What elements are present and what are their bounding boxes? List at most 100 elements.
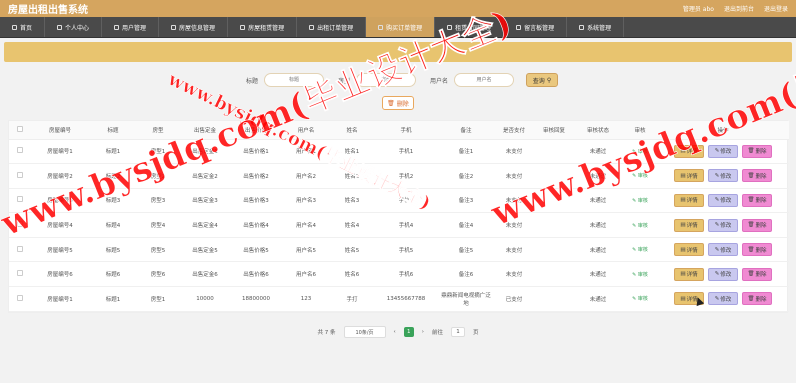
row-select-cell: [9, 188, 31, 214]
page-number-current[interactable]: 1: [403, 327, 414, 337]
view-button[interactable]: ▤ 详情: [674, 218, 704, 232]
audit-link[interactable]: ✎ 审核: [632, 198, 648, 204]
back-to-front-link[interactable]: 退出到前台: [724, 4, 754, 13]
table-cell: 手机6: [373, 261, 439, 288]
nav-item-6[interactable]: 购买订单管理: [366, 17, 436, 37]
delete-button[interactable]: 🗑 删除: [742, 193, 772, 207]
table-cell: 姓名4: [331, 212, 373, 238]
edit-pen-icon: ✎: [632, 247, 637, 254]
edit-label: 修改: [720, 149, 732, 156]
header-links: 管理员 abo 退出到前台 退出登录: [683, 4, 788, 13]
table-cell: 用户名3: [281, 188, 331, 214]
delete-button[interactable]: 🗑 删除: [742, 144, 772, 158]
nav-item-1[interactable]: 个人中心: [45, 17, 103, 37]
row-checkbox[interactable]: [17, 294, 23, 301]
table-cell: 出售定金5: [179, 237, 231, 263]
view-button[interactable]: ▤ 详情: [674, 193, 704, 207]
table-cell: 备注3: [439, 188, 493, 214]
edit-button[interactable]: ✎ 修改: [708, 169, 738, 183]
edit-label: 修改: [720, 272, 732, 279]
table-cell: 房型4: [137, 212, 179, 238]
delete-button[interactable]: 🗑 删除: [742, 169, 772, 183]
table-cell: 未通过: [573, 212, 623, 238]
search-bar: 标题 房型 用户名 查询 ⚲: [0, 73, 796, 87]
audit-link[interactable]: ✎ 审核: [632, 149, 648, 155]
trash-icon: 🗑: [747, 197, 755, 204]
nav-item-4[interactable]: 房屋租赁管理: [228, 17, 298, 37]
total-count: 共 7 条: [317, 330, 336, 336]
audit-link[interactable]: ✎ 审核: [632, 272, 648, 278]
delete-button[interactable]: 🗑 删除: [742, 243, 772, 257]
title-input[interactable]: [263, 73, 324, 87]
user-input[interactable]: [454, 73, 515, 87]
select-all-checkbox[interactable]: [17, 125, 23, 132]
delete-label: 删除: [755, 198, 767, 205]
search-button-label: 查询: [532, 77, 545, 85]
view-button[interactable]: ▤ 详情: [674, 144, 704, 158]
view-button[interactable]: ▤ 详情: [674, 169, 704, 183]
nav-item-0[interactable]: 首页: [0, 17, 46, 37]
delete-button[interactable]: 🗑 删除: [742, 267, 772, 281]
row-select-cell: [9, 237, 31, 263]
edit-button[interactable]: ✎ 修改: [708, 243, 738, 257]
nav-item-7[interactable]: 租赁合同管理: [435, 17, 505, 37]
nav-item-8[interactable]: 留言板管理: [504, 17, 568, 37]
edit-button[interactable]: ✎ 修改: [708, 218, 738, 232]
delete-label: 删除: [755, 296, 767, 303]
audit-cell: ✎ 审核: [623, 261, 657, 288]
audit-link[interactable]: ✎ 审核: [632, 296, 648, 302]
table-cell: 用户名5: [281, 237, 331, 263]
table-cell: 未支付: [493, 139, 535, 165]
table-cell: 备注5: [439, 237, 493, 263]
table-cell: 出售价格3: [231, 188, 281, 214]
row-checkbox[interactable]: [17, 245, 23, 252]
type-input[interactable]: [356, 73, 416, 87]
delete-button[interactable]: 🗑 删除: [742, 218, 772, 232]
row-checkbox[interactable]: [17, 221, 23, 228]
goto-page-input[interactable]: 1: [450, 327, 465, 337]
row-checkbox[interactable]: [17, 196, 23, 203]
nav-item-9[interactable]: 系统管理: [567, 17, 625, 37]
logout-link[interactable]: 退出登录: [764, 4, 788, 13]
row-checkbox[interactable]: [17, 147, 23, 154]
nav-item-3[interactable]: 房屋信息管理: [159, 17, 229, 37]
view-button[interactable]: ▤ 详情: [674, 243, 704, 257]
row-checkbox[interactable]: [17, 270, 23, 277]
edit-pen-icon: ✎: [632, 197, 637, 204]
search-button[interactable]: 查询 ⚲: [526, 73, 559, 87]
row-checkbox[interactable]: [17, 171, 23, 178]
edit-pen-icon: ✎: [632, 222, 637, 229]
nav-item-2[interactable]: 用户管理: [102, 17, 160, 37]
delete-button[interactable]: 🗑 删除: [742, 292, 772, 306]
table-cell: 已支付: [493, 286, 535, 312]
table-cell: 备注4: [439, 212, 493, 238]
orders-table: 房屋编号 标题 房型 出售定金 出售价格 用户名 姓名 手机 备注 是否支付 审核回复 审核状态 审核操…: [8, 120, 789, 313]
audit-cell: ✎ 审核: [623, 212, 657, 238]
table-cell: 标题1: [89, 139, 137, 165]
view-button[interactable]: ▤ 详情: [674, 267, 704, 281]
audit-link[interactable]: ✎ 审核: [632, 247, 648, 253]
next-page-icon[interactable]: ›: [422, 329, 424, 335]
edit-button[interactable]: ✎ 修改: [708, 193, 738, 207]
audit-link[interactable]: ✎ 审核: [632, 223, 648, 229]
table-cell: 出售价格5: [231, 237, 281, 263]
view-label: 详情: [686, 223, 698, 230]
nav-item-5[interactable]: 出租订单管理: [297, 17, 367, 37]
table-cell: 未支付: [493, 188, 535, 214]
edit-button[interactable]: ✎ 修改: [708, 144, 738, 158]
table-cell: 标题1: [89, 286, 137, 312]
file-icon: [447, 24, 453, 30]
edit-button[interactable]: ✎ 修改: [708, 267, 738, 281]
home-icon: [12, 24, 17, 30]
column-header: 姓名: [331, 121, 373, 140]
audit-link-label: 审核: [637, 148, 648, 155]
audit-link[interactable]: ✎ 审核: [632, 173, 648, 179]
prev-page-icon[interactable]: ‹: [394, 329, 396, 335]
doc-icon: ▤: [680, 295, 686, 302]
edit-button[interactable]: ✎ 修改: [708, 292, 738, 306]
page-size-select[interactable]: 10条/页: [343, 326, 386, 338]
view-label: 详情: [686, 198, 698, 205]
batch-delete-button[interactable]: 🗑 删除: [382, 96, 414, 110]
table-cell: 未支付: [493, 163, 535, 189]
table-cell: 房屋编号5: [31, 237, 89, 263]
